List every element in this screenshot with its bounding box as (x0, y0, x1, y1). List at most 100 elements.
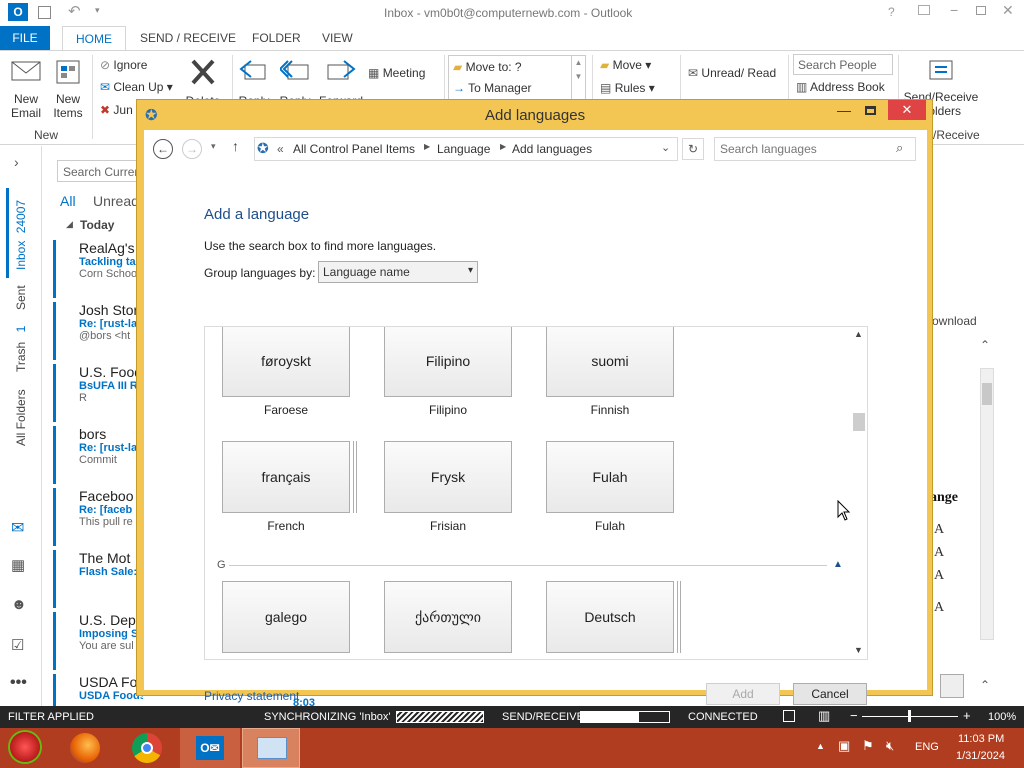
collapse-group-icon[interactable]: ◢ (66, 219, 73, 230)
message-list-item[interactable]: bors Re: [rust-la Commit (53, 426, 143, 484)
language-tile[interactable]: Deutsch (546, 581, 674, 653)
meeting-button[interactable]: ▦ Meeting (368, 66, 425, 80)
zoom-out-button[interactable]: − (850, 708, 858, 723)
new-email-button[interactable]: New Email (6, 59, 46, 120)
forward-nav-button[interactable]: → (182, 139, 202, 159)
filter-unread[interactable]: Unread (93, 193, 139, 209)
search-mailbox-input[interactable]: Search Curren (57, 160, 147, 182)
search-people-input[interactable]: Search People (793, 54, 893, 75)
message-list-item[interactable]: Faceboo Re: [faceb This pull re (53, 488, 143, 546)
dialog-maximize-button[interactable] (865, 106, 876, 115)
download-link[interactable]: ownload (932, 314, 977, 328)
more-icon[interactable]: ••• (10, 674, 27, 692)
breadcrumb-control-panel[interactable]: All Control Panel Items (293, 142, 415, 156)
quick-steps-scrollbar[interactable]: ▲ ▼ (571, 56, 585, 100)
clock-date[interactable]: 1/31/2024 (956, 750, 1005, 762)
breadcrumb-language[interactable]: Language (437, 142, 490, 156)
calendar-icon[interactable]: ▦ (11, 556, 25, 574)
tab-folder[interactable]: FOLDER (244, 26, 309, 50)
expand-people-pane-icon[interactable]: ⌃ (980, 678, 990, 692)
move-button[interactable]: ▰ Move ▾ (600, 58, 651, 72)
recent-locations-icon[interactable]: ▾ (211, 141, 216, 152)
scroll-up-icon[interactable]: ▲ (854, 329, 863, 339)
to-manager-quickstep[interactable]: → To Manager (453, 81, 532, 95)
language-tile[interactable]: Filipino (384, 327, 512, 397)
chrome-icon[interactable] (132, 733, 162, 763)
language-tile[interactable]: ქართული (384, 581, 512, 653)
help-button[interactable]: ? (888, 5, 895, 19)
close-button[interactable]: ✕ (1002, 2, 1014, 19)
zoom-in-button[interactable]: + (963, 708, 971, 723)
add-button[interactable]: Add (706, 683, 780, 705)
language-tile[interactable]: føroyskt (222, 327, 350, 397)
expand-folder-pane-icon[interactable]: › (14, 154, 19, 170)
nav-inbox-label[interactable]: Inbox 24007 (14, 200, 28, 270)
message-list-item[interactable]: U.S. Dep Imposing S You are sul (53, 612, 143, 670)
message-list-item[interactable]: The Mot Flash Sale: (53, 550, 143, 608)
clock-time[interactable]: 11:03 PM (958, 733, 1004, 745)
tab-file[interactable]: FILE (0, 26, 50, 50)
network-tray-icon[interactable]: ▣ (838, 738, 850, 754)
address-bar[interactable]: ✪ « All Control Panel Items ▶ Language ▶… (254, 137, 678, 161)
message-list-item[interactable]: RealAg's Tackling ta Corn Schoo (53, 240, 143, 298)
address-book-button[interactable]: ▥ Address Book (796, 80, 885, 94)
filter-all[interactable]: All (60, 193, 76, 209)
unread-read-button[interactable]: ✉ Unread/ Read (688, 66, 776, 80)
language-tile[interactable]: français (222, 441, 350, 513)
tab-view[interactable]: VIEW (314, 26, 361, 50)
dialog-minimize-button[interactable]: — (837, 102, 851, 118)
language-tile[interactable]: galego (222, 581, 350, 653)
ignore-button[interactable]: ⊘ Ignore (100, 58, 147, 72)
collapse-header-icon[interactable]: ⌃ (980, 338, 990, 352)
breadcrumb-add-languages[interactable]: Add languages (512, 142, 592, 156)
show-hidden-icons[interactable]: ▲ (816, 741, 825, 751)
cancel-button[interactable]: Cancel (793, 683, 867, 705)
collapse-group-g-icon[interactable]: ▲ (833, 559, 843, 570)
language-tile[interactable]: Fulah (546, 441, 674, 513)
quick-steps-gallery[interactable]: ▰ Move to: ? → To Manager ▲ ▼ (448, 55, 586, 101)
volume-muted-tray-icon[interactable]: 🔇︎ (886, 738, 894, 754)
reading-scroll-thumb[interactable] (982, 383, 992, 405)
nav-trash[interactable]: Trash 1 (14, 326, 28, 372)
mail-icon[interactable]: ✉ (11, 518, 24, 538)
scroll-thumb[interactable] (853, 413, 865, 431)
tab-home[interactable]: HOME (62, 26, 126, 51)
undo-icon[interactable]: ↶ (68, 2, 81, 20)
new-items-button[interactable]: New Items (48, 59, 88, 120)
restore-button[interactable] (976, 6, 986, 15)
up-button[interactable]: ↑ (232, 138, 239, 154)
nav-sent[interactable]: Sent (14, 285, 28, 310)
search-languages-input[interactable]: Search languages ⌕ (714, 137, 916, 161)
input-language[interactable]: ENG (915, 741, 939, 753)
language-tile[interactable]: suomi (546, 327, 674, 397)
nav-all-folders[interactable]: All Folders (14, 389, 28, 446)
people-icon[interactable]: ☻ (11, 596, 27, 613)
privacy-statement-link[interactable]: Privacy statement (204, 689, 299, 703)
dialog-close-button[interactable]: ✕ (888, 100, 926, 120)
firefox-icon[interactable] (70, 733, 100, 763)
address-dropdown-icon[interactable]: ⌄ (661, 141, 670, 154)
zoom-level[interactable]: 100% (988, 711, 1016, 723)
minimize-button[interactable]: − (950, 2, 958, 18)
junk-button[interactable]: ✖ Jun (100, 103, 133, 117)
customize-toolbar-icon[interactable]: ▾ (95, 5, 100, 16)
tab-send-receive[interactable]: SEND / RECEIVE (132, 26, 244, 50)
language-tile[interactable]: Frysk (384, 441, 512, 513)
message-list-item[interactable]: Josh Stor Re: [rust-la @bors <ht (53, 302, 143, 360)
control-panel-taskbar-button[interactable] (242, 728, 300, 768)
reading-view-icon[interactable]: ▥ (818, 708, 830, 724)
outlook-taskbar-button[interactable]: O✉ (180, 728, 240, 768)
ribbon-display-icon[interactable] (918, 5, 930, 15)
language-grid-scrollbar[interactable]: ▲ ▼ (850, 327, 867, 659)
tasks-icon[interactable]: ☑ (11, 636, 24, 654)
scroll-down-icon[interactable]: ▼ (854, 645, 863, 655)
clean-up-button[interactable]: ✉ Clean Up ▾ (100, 80, 173, 94)
start-ornament-icon[interactable] (10, 732, 40, 762)
save-icon[interactable] (38, 6, 51, 19)
move-to-quickstep[interactable]: ▰ Move to: ? (453, 60, 522, 74)
group-by-select[interactable]: Language name ▾ (318, 261, 478, 283)
reading-scrollbar[interactable] (980, 368, 994, 640)
rules-button[interactable]: ▤ Rules ▾ (600, 81, 655, 95)
zoom-slider-thumb[interactable] (908, 710, 911, 722)
message-list-item[interactable]: U.S. Food BsUFA III RR (53, 364, 143, 422)
